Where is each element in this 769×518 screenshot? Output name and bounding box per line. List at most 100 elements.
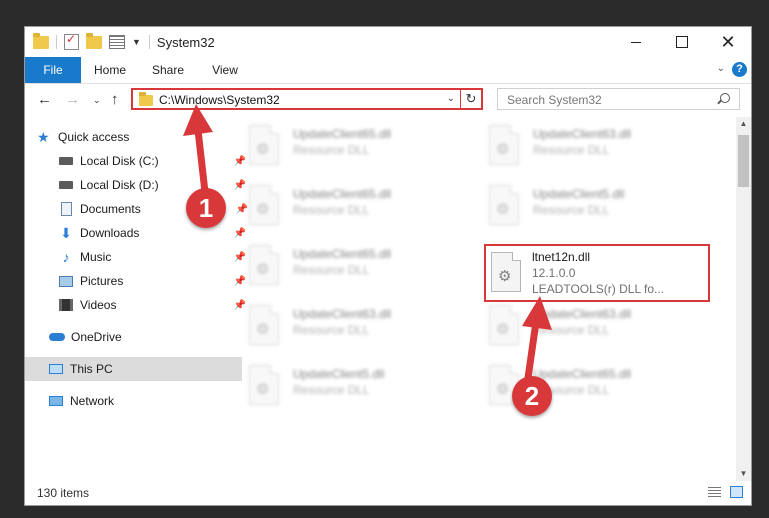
step-marker-2: 2 (512, 376, 552, 416)
new-folder-icon[interactable] (86, 32, 102, 49)
sidebar-item-label: Local Disk (C:) (80, 154, 159, 168)
views-icon[interactable] (109, 35, 125, 49)
dll-file-icon: ⚙ (249, 185, 279, 225)
forward-button[interactable]: → (65, 91, 80, 108)
dll-file-icon: ⚙ (249, 245, 279, 285)
dll-file-icon: ⚙ (249, 125, 279, 165)
file-item[interactable]: ⚙ UpdateClient5.dll Resource DLL (465, 181, 685, 231)
customize-toolbar-icon[interactable]: ▼ (132, 37, 141, 47)
tab-home[interactable]: Home (85, 57, 135, 83)
gear-icon: ⚙ (496, 141, 510, 158)
scroll-up-icon[interactable]: ▲ (736, 117, 751, 131)
file-item[interactable]: ⚙ UpdateClient65.dll Resource DLL (225, 181, 445, 231)
gear-icon: ⚙ (256, 141, 270, 158)
properties-icon[interactable] (64, 32, 79, 50)
sidebar-item-downloads[interactable]: ⬇ Downloads 📌 (25, 221, 252, 245)
expand-ribbon-icon[interactable]: ⌄ (717, 63, 725, 74)
address-dropdown-icon[interactable]: ⌄ (447, 93, 455, 104)
file-version: 12.1.0.0 (532, 266, 576, 280)
maximize-button[interactable] (659, 27, 705, 57)
up-button[interactable]: ↑ (111, 91, 119, 108)
tab-share[interactable]: Share (143, 57, 193, 83)
search-icon (720, 93, 730, 103)
address-path[interactable]: C:\Windows\System32 (159, 93, 280, 107)
tab-file[interactable]: File (25, 57, 81, 83)
file-type: Resource DLL (533, 323, 610, 337)
title-bar[interactable]: ▼ System32 ✕ (25, 27, 751, 57)
music-icon: ♪ (62, 249, 70, 265)
close-button[interactable]: ✕ (705, 27, 751, 57)
sidebar-item-label: This PC (70, 362, 113, 376)
download-icon: ⬇ (60, 224, 72, 241)
large-icons-view-icon[interactable] (730, 486, 743, 498)
sidebar-item-onedrive[interactable]: OneDrive (25, 325, 242, 349)
file-item[interactable]: ⚙ UpdateClient63.dll Resource DLL (225, 301, 445, 351)
file-name: UpdateClient65.dll (293, 187, 392, 201)
file-item[interactable]: ⚙ UpdateClient65.dll Resource DLL (225, 241, 445, 291)
file-type: Resource DLL (533, 203, 610, 217)
sidebar-item-label: Music (80, 250, 112, 264)
sidebar-item-this-pc[interactable]: This PC (25, 357, 242, 381)
file-name: UpdateClient65.dll (293, 127, 392, 141)
file-name: UpdateClient65.dll (533, 367, 632, 381)
details-view-icon[interactable] (708, 487, 721, 498)
sidebar-item-quick-access[interactable]: ★ Quick access (25, 125, 230, 149)
quick-access-toolbar: ▼ System32 (33, 32, 215, 50)
file-type: Resource DLL (293, 143, 370, 157)
computer-icon (49, 364, 63, 374)
gear-icon: ⚙ (496, 381, 510, 398)
sidebar-item-videos[interactable]: Videos 📌 (25, 293, 252, 317)
back-button[interactable]: ← (37, 91, 52, 108)
folder-icon (33, 32, 49, 49)
item-count: 130 items (37, 486, 90, 500)
folder-icon (139, 92, 153, 106)
search-box[interactable]: Search System32 (497, 88, 740, 110)
file-type: Resource DLL (533, 143, 610, 157)
gear-icon: ⚙ (256, 261, 270, 278)
help-icon[interactable]: ? (732, 62, 747, 77)
ribbon-tabs: File Home Share View ⌄ ? (25, 57, 751, 84)
file-item[interactable]: ⚙ UpdateClient65.dll Resource DLL (225, 121, 445, 171)
sidebar-item-label: Downloads (80, 226, 140, 240)
tab-view[interactable]: View (203, 57, 247, 83)
scroll-thumb[interactable] (738, 135, 749, 187)
step-marker-1: 1 (186, 188, 226, 228)
minimize-button[interactable] (613, 27, 659, 57)
refresh-button[interactable]: ↻ (460, 90, 481, 108)
window-title: System32 (156, 34, 215, 50)
file-item[interactable]: ⚙ UpdateClient63.dll Resource DLL (465, 301, 685, 351)
file-name: UpdateClient63.dll (533, 307, 632, 321)
search-input[interactable]: Search System32 (507, 93, 602, 107)
cloud-icon (49, 333, 65, 341)
status-bar: 130 items (25, 481, 751, 505)
scroll-down-icon[interactable]: ▼ (736, 467, 751, 481)
dll-file-icon: ⚙ (489, 125, 519, 165)
disk-icon (59, 181, 73, 189)
file-item[interactable]: ⚙ UpdateClient65.dll Resource DLL (465, 361, 685, 411)
navigation-pane: ★ Quick access Local Disk (C:) 📌 Local D… (25, 123, 248, 479)
file-item[interactable]: ⚙ UpdateClient63.dll Resource DLL (465, 121, 685, 171)
sidebar-item-pictures[interactable]: Pictures 📌 (25, 269, 252, 293)
sidebar-item-local-disk-c[interactable]: Local Disk (C:) 📌 (25, 149, 252, 173)
recent-locations-button[interactable]: ⌄ (93, 95, 101, 106)
sidebar-item-label: Local Disk (D:) (80, 178, 159, 192)
file-item-ltnet12n[interactable]: ⚙ ltnet12n.dll 12.1.0.0 LEADTOOLS(r) DLL… (484, 244, 710, 302)
minimize-icon (631, 41, 641, 43)
sidebar-item-label: OneDrive (71, 330, 122, 344)
file-type: Resource DLL (293, 323, 370, 337)
dll-file-icon: ⚙ (249, 365, 279, 405)
address-bar[interactable]: C:\Windows\System32 ⌄ ↻ (131, 88, 483, 110)
navigation-bar: ← → ⌄ ↑ C:\Windows\System32 ⌄ ↻ Search S… (25, 84, 751, 116)
file-item[interactable]: ⚙ UpdateClient5.dll Resource DLL (225, 361, 445, 411)
vertical-scrollbar[interactable]: ▲ ▼ (736, 117, 751, 481)
file-type: Resource DLL (293, 383, 370, 397)
sidebar-item-network[interactable]: Network (25, 389, 242, 413)
sidebar-item-label: Documents (80, 202, 141, 216)
gear-icon: ⚙ (498, 268, 512, 285)
file-name: UpdateClient5.dll (293, 367, 385, 381)
file-list: ⚙ UpdateClient65.dll Resource DLL ⚙ Upda… (225, 117, 735, 477)
sidebar-item-label: Quick access (58, 130, 130, 144)
sidebar-item-music[interactable]: ♪ Music 📌 (25, 245, 252, 269)
file-name: UpdateClient65.dll (293, 247, 392, 261)
disk-icon (59, 157, 73, 165)
